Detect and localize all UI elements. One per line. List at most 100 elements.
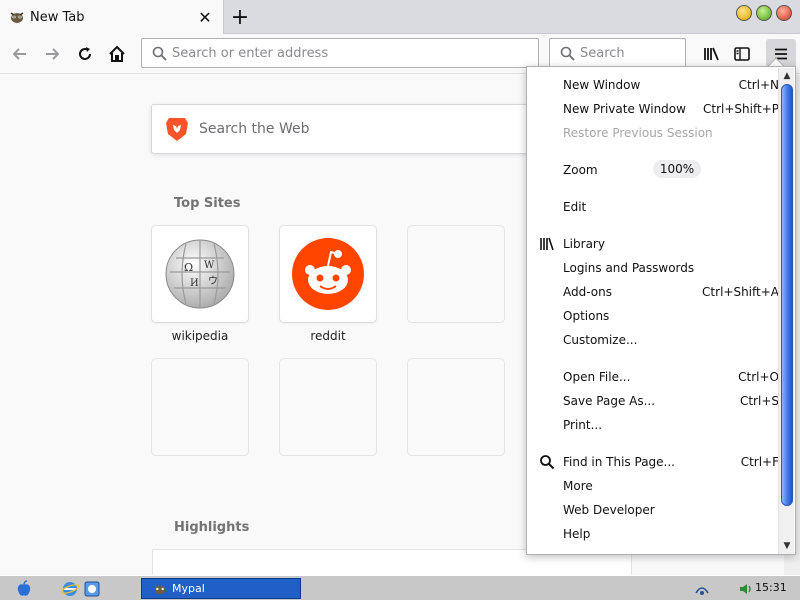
forward-button[interactable] — [38, 40, 66, 68]
top-site-tile-reddit[interactable] — [280, 226, 376, 322]
menu-item-save-page-as[interactable]: Save Page As... Ctrl+S — [535, 390, 779, 412]
search-bar[interactable]: Search — [549, 38, 686, 68]
menu-item-label: Edit — [563, 200, 587, 214]
menu-item-more[interactable]: More — [535, 475, 779, 497]
menu-item-shortcut: Ctrl+Shift+P — [703, 102, 779, 116]
top-site-tile-empty[interactable] — [152, 359, 248, 455]
menu-item-label: Save Page As... — [563, 394, 656, 408]
sidebar-button[interactable] — [728, 40, 756, 68]
menu-item-restore-session: Restore Previous Session — [535, 122, 779, 144]
taskbar-clock: 15:31 — [755, 581, 787, 594]
back-button[interactable] — [6, 40, 34, 68]
menu-item-shortcut: Ctrl+O — [738, 370, 779, 384]
menu-item-shortcut: Ctrl+F — [740, 455, 779, 469]
scrollbar-thumb[interactable] — [781, 84, 793, 506]
forward-arrow-icon — [46, 48, 60, 60]
menu-item-label: Help — [563, 527, 591, 541]
home-icon — [109, 45, 125, 62]
menu-item-shortcut: Ctrl+S — [739, 394, 779, 408]
menu-item-library[interactable]: Library — [535, 233, 779, 255]
scroll-up-arrow-icon[interactable]: ▲ — [779, 68, 795, 84]
library-icon — [538, 235, 556, 253]
maximize-button[interactable] — [756, 5, 772, 21]
menu-item-customize[interactable]: Customize... — [535, 329, 779, 351]
menu-item-zoom[interactable]: Zoom 100% — [535, 159, 779, 181]
minimize-button[interactable] — [736, 5, 752, 21]
svg-text:W: W — [204, 260, 215, 271]
reddit-alien-icon — [292, 238, 364, 310]
zoom-level-badge[interactable]: 100% — [653, 160, 701, 178]
menu-item-shortcut: Ctrl+Shift+A — [702, 285, 779, 299]
top-site-tile-empty[interactable] — [280, 359, 376, 455]
tab-new-tab[interactable]: New Tab ✕ — [0, 0, 224, 34]
volume-tray-icon[interactable] — [735, 579, 755, 599]
menu-item-shortcut: Ctrl+N — [738, 78, 779, 92]
tab-strip: New Tab ✕ + — [0, 0, 800, 34]
address-placeholder: Search or enter address — [172, 45, 329, 61]
window-controls — [736, 5, 792, 21]
top-site-label: wikipedia — [171, 329, 229, 343]
svg-text:Ω: Ω — [184, 261, 193, 274]
menu-item-label: Zoom — [563, 163, 598, 177]
menu-item-label: New Window — [563, 78, 641, 92]
magnifier-icon — [538, 453, 556, 471]
new-tab-button[interactable]: + — [228, 5, 252, 30]
menu-item-find-in-page[interactable]: Find in This Page... Ctrl+F — [535, 451, 779, 473]
highlights-heading: Highlights — [174, 520, 250, 535]
reload-icon — [79, 47, 91, 60]
taskbar-task-mypal[interactable]: Mypal — [141, 578, 301, 599]
svg-text:И: И — [190, 278, 199, 289]
menu-item-label: Open File... — [563, 370, 631, 384]
library-button[interactable] — [698, 40, 726, 68]
task-label: Mypal — [172, 582, 205, 595]
menu-item-print[interactable]: Print... — [535, 414, 779, 436]
scroll-down-arrow-icon[interactable]: ▼ — [779, 538, 795, 554]
back-arrow-icon — [12, 48, 26, 60]
menu-item-label: Print... — [563, 418, 603, 432]
menu-item-new-private-window[interactable]: New Private Window Ctrl+Shift+P — [535, 98, 779, 120]
start-apple-icon[interactable] — [14, 579, 34, 599]
menu-item-label: Library — [563, 237, 605, 251]
mypal-favicon-icon — [8, 8, 26, 26]
address-bar[interactable]: Search or enter address — [141, 38, 539, 68]
menu-item-label: Logins and Passwords — [563, 261, 695, 275]
menu-item-add-ons[interactable]: Add-ons Ctrl+Shift+A — [535, 281, 779, 303]
tab-title: New Tab — [30, 9, 85, 25]
menu-item-label: Add-ons — [563, 285, 612, 299]
menu-item-logins-passwords[interactable]: Logins and Passwords — [535, 257, 779, 279]
wikipedia-globe-icon: Ω W И ウ — [165, 239, 235, 309]
top-site-tile-empty[interactable] — [408, 359, 504, 455]
search-placeholder: Search — [580, 45, 625, 61]
app-menu-panel: New Window Ctrl+N New Private Window Ctr… — [526, 66, 796, 555]
menu-item-open-file[interactable]: Open File... Ctrl+O — [535, 366, 779, 388]
network-tray-icon[interactable] — [692, 579, 712, 599]
show-desktop-icon[interactable] — [82, 579, 102, 599]
home-button[interactable] — [103, 40, 131, 68]
os-taskbar: Mypal 15:31 — [0, 575, 800, 600]
menu-item-label: More — [563, 479, 593, 493]
menu-item-edit[interactable]: Edit — [535, 196, 779, 218]
menu-item-help[interactable]: Help — [535, 523, 779, 545]
menu-item-options[interactable]: Options — [535, 305, 779, 327]
brave-lion-icon — [166, 118, 188, 141]
top-site-tile-empty[interactable] — [408, 226, 504, 322]
reload-button[interactable] — [71, 40, 99, 68]
menu-item-label: Customize... — [563, 333, 638, 347]
mypal-app-icon — [152, 581, 168, 597]
menu-item-web-developer[interactable]: Web Developer — [535, 499, 779, 521]
top-site-label: reddit — [310, 329, 346, 343]
search-icon — [148, 46, 170, 61]
internet-explorer-icon[interactable] — [60, 579, 80, 599]
web-search-box[interactable]: Search the Web — [151, 104, 551, 154]
menu-item-new-window[interactable]: New Window Ctrl+N — [535, 74, 779, 96]
menu-scrollbar[interactable]: ▲ ▼ — [778, 68, 794, 554]
close-tab-icon[interactable]: ✕ — [195, 7, 215, 27]
menu-item-label: Find in This Page... — [563, 455, 675, 469]
top-site-tile-wikipedia[interactable]: Ω W И ウ — [152, 226, 248, 322]
top-sites-heading: Top Sites — [174, 196, 241, 211]
menu-item-label: Web Developer — [563, 503, 655, 517]
close-window-button[interactable] — [776, 5, 792, 21]
search-icon — [556, 46, 578, 61]
menu-item-label: Restore Previous Session — [563, 126, 713, 140]
library-icon — [704, 47, 719, 61]
